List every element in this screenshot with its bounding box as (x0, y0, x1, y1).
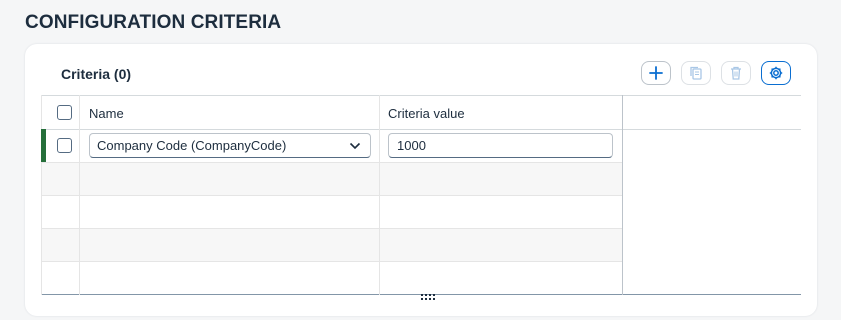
section-title: CONFIGURATION CRITERIA (25, 12, 282, 33)
criteria-table: Name Criteria value Company Code (Compan… (41, 95, 801, 295)
header-bottom-border (41, 129, 801, 130)
row-select-checkbox[interactable] (57, 138, 72, 153)
criteria-value-input[interactable]: 1000 (388, 133, 613, 158)
row-highlight-indicator (41, 129, 46, 162)
column-header-criteria-value[interactable]: Criteria value (388, 106, 465, 121)
select-all-checkbox[interactable] (57, 105, 72, 120)
chevron-down-icon (349, 142, 361, 150)
table-left-border (41, 95, 42, 295)
copy-button[interactable] (681, 61, 711, 85)
empty-row (42, 196, 623, 228)
column-divider (79, 95, 80, 295)
table-top-border (41, 95, 801, 96)
empty-row (42, 262, 623, 294)
column-divider (379, 95, 380, 295)
copy-icon (690, 66, 702, 80)
column-header-name[interactable]: Name (89, 106, 124, 121)
criteria-table-card: Criteria (0) Name Criteria value Company… (25, 44, 817, 316)
empty-row (42, 163, 623, 195)
empty-row (42, 229, 623, 261)
delete-icon (731, 66, 741, 80)
name-select-value: Company Code (CompanyCode) (97, 138, 287, 153)
criteria-value-text: 1000 (397, 138, 426, 153)
delete-button[interactable] (721, 61, 751, 85)
resize-grip-icon[interactable] (421, 294, 437, 302)
settings-icon (769, 66, 783, 80)
column-divider (622, 95, 623, 295)
settings-button[interactable] (761, 61, 791, 85)
add-icon (649, 66, 663, 80)
add-button[interactable] (641, 61, 671, 85)
table-title: Criteria (0) (61, 66, 132, 82)
name-select[interactable]: Company Code (CompanyCode) (89, 133, 371, 158)
